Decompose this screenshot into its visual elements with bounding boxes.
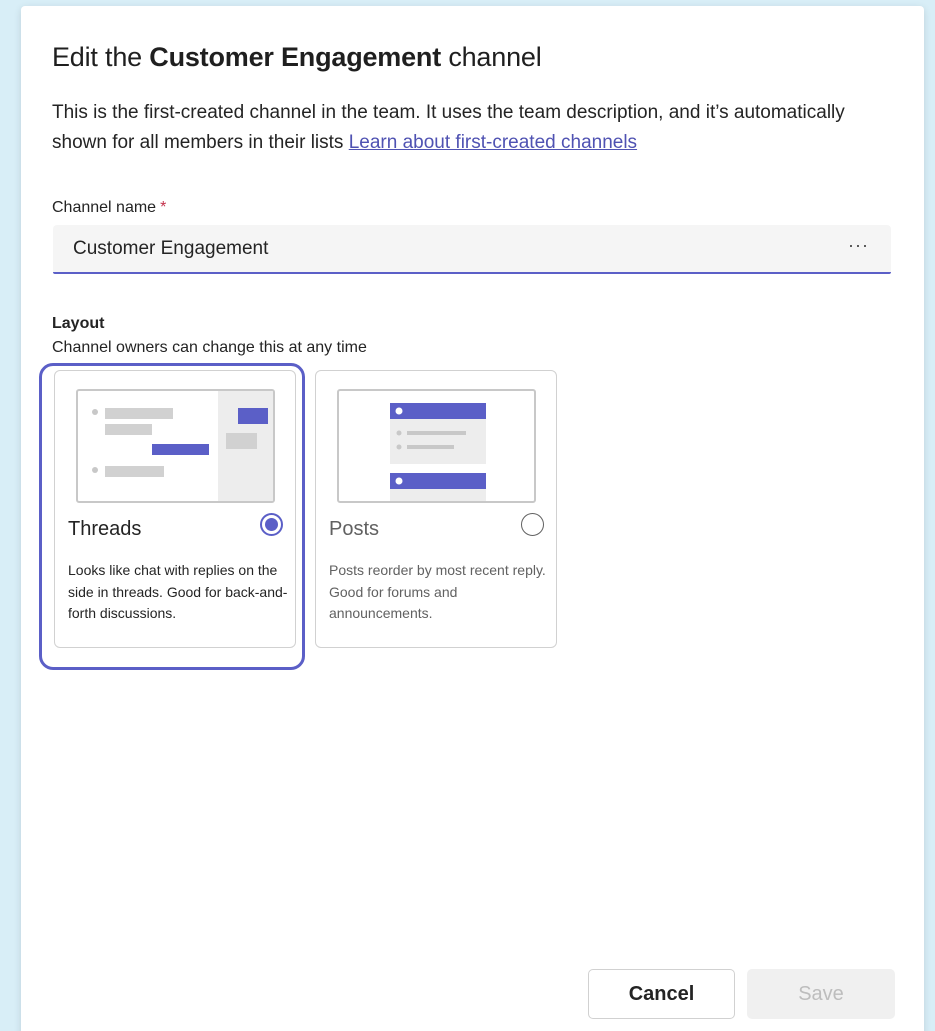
required-marker: * <box>160 199 167 216</box>
dialog-title: Edit the Customer Engagement channel <box>52 42 542 73</box>
channel-name-input[interactable]: Customer Engagement ··· <box>53 225 891 274</box>
dialog-description: This is the first-created channel in the… <box>52 98 902 158</box>
threads-title: Threads <box>68 518 142 540</box>
dialog-title-channel: Customer Engagement <box>149 42 442 72</box>
posts-title: Posts <box>329 518 380 540</box>
layout-option-threads[interactable]: Threads Looks like chat with replies on … <box>54 370 296 648</box>
dialog-title-suffix: channel <box>441 42 542 72</box>
threads-description: Looks like chat with replies on the side… <box>68 562 288 621</box>
edit-channel-dialog: Edit the Customer Engagement channel Thi… <box>21 6 924 1031</box>
channel-name-label: Channel name * <box>52 199 166 217</box>
layout-heading: Layout <box>52 315 105 332</box>
channel-name-label-text: Channel name <box>52 199 157 216</box>
save-button[interactable]: Save <box>747 969 895 1019</box>
posts-radio[interactable] <box>521 513 544 536</box>
posts-description: Posts reorder by most recent reply. Good… <box>329 562 546 621</box>
layout-option-posts[interactable]: Posts Posts reorder by most recent reply… <box>315 370 557 648</box>
posts-preview-illustration <box>337 389 536 503</box>
learn-more-link[interactable]: Learn about first-created channels <box>349 132 637 153</box>
channel-name-value[interactable]: Customer Engagement <box>73 238 268 260</box>
cancel-button[interactable]: Cancel <box>588 969 735 1019</box>
layout-subtitle: Channel owners can change this at any ti… <box>52 339 367 356</box>
threads-preview-illustration <box>76 389 275 503</box>
dialog-title-prefix: Edit the <box>52 42 150 72</box>
ellipsis-icon[interactable]: ··· <box>848 235 869 256</box>
threads-radio[interactable] <box>260 513 283 536</box>
